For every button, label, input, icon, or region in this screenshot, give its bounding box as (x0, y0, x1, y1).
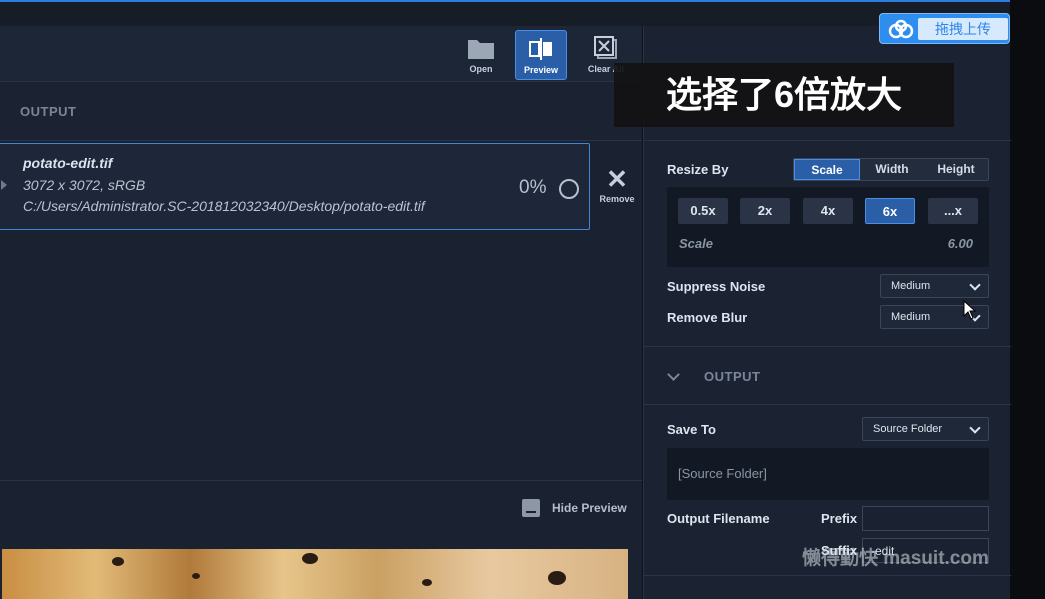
title-bar (0, 2, 1010, 26)
chevron-down-icon (969, 279, 981, 291)
progress-percent: 0% (519, 177, 547, 198)
suppress-noise-dropdown[interactable]: Medium (880, 274, 989, 298)
scale-options: 0.5x 2x 4x 6x ...x Scale 6.00 (667, 187, 989, 267)
resize-mode-height[interactable]: Height (924, 159, 988, 180)
chevron-down-icon (969, 422, 981, 434)
open-button[interactable]: Open (455, 30, 507, 80)
file-details: 3072 x 3072, sRGB (23, 177, 146, 193)
file-list-item[interactable]: potato-edit.tif 3072 x 3072, sRGB C:/Use… (0, 143, 590, 230)
video-caption: 选择了6倍放大 (614, 63, 954, 127)
preview-image (2, 549, 628, 599)
output-settings-header[interactable]: OUTPUT (704, 369, 760, 384)
suppress-noise-value: Medium (891, 280, 931, 292)
output-section-header: OUTPUT (0, 83, 642, 141)
section-divider (644, 404, 1011, 405)
upload-button[interactable]: 拖拽上传 (879, 13, 1010, 44)
split-view-icon (529, 38, 552, 60)
close-icon: ✕ (606, 164, 628, 194)
scale-value: 6.00 (947, 236, 973, 251)
prefix-label: Prefix (821, 511, 858, 526)
scale-custom-button[interactable]: ...x (928, 198, 978, 224)
resize-by-label: Resize By (667, 162, 729, 177)
section-divider (644, 346, 1011, 347)
divider (0, 480, 642, 481)
open-label: Open (469, 64, 493, 74)
folder-icon (468, 40, 494, 59)
remove-label: Remove (599, 194, 635, 204)
suppress-noise-label: Suppress Noise (667, 279, 766, 294)
upload-button-label: 拖拽上传 (918, 18, 1008, 40)
resize-mode-width[interactable]: Width (860, 159, 924, 180)
progress-circle-icon (559, 179, 579, 199)
minimize-icon (522, 499, 540, 517)
expand-arrow-icon[interactable] (1, 180, 7, 190)
hide-preview-label: Hide Preview (552, 501, 627, 515)
prefix-input[interactable] (862, 506, 989, 531)
output-header-label: OUTPUT (20, 104, 77, 119)
save-to-dropdown[interactable]: Source Folder (862, 417, 989, 441)
remove-blur-value: Medium (891, 311, 931, 323)
output-path-display: [Source Folder] (667, 448, 989, 500)
scale-2x-button[interactable]: 2x (740, 198, 790, 224)
preview-button[interactable]: Preview (515, 30, 567, 80)
scale-0-5x-button[interactable]: 0.5x (678, 198, 728, 224)
scale-6x-button[interactable]: 6x (865, 198, 915, 224)
scale-label: Scale (679, 236, 713, 251)
output-filename-label: Output Filename (667, 511, 770, 526)
save-to-label: Save To (667, 422, 716, 437)
output-path-text: [Source Folder] (678, 466, 767, 481)
chevron-down-icon[interactable] (667, 368, 680, 381)
save-to-value: Source Folder (873, 423, 943, 435)
resize-mode-scale[interactable]: Scale (794, 159, 860, 180)
watermark: 懒得勤快 masuit.com (802, 548, 989, 569)
cloud-icon (888, 19, 914, 39)
section-divider (644, 140, 1011, 141)
scale-4x-button[interactable]: 4x (803, 198, 853, 224)
toolbar: Open Preview Clear All (0, 26, 642, 82)
preview-label: Preview (523, 65, 559, 75)
mouse-cursor-icon (963, 300, 977, 320)
output-pane: Open Preview Clear All OUTPUT potato-edi… (0, 26, 642, 599)
remove-button[interactable]: ✕ Remove (594, 166, 640, 204)
remove-blur-label: Remove Blur (667, 310, 748, 325)
resize-mode-selector: Scale Width Height (793, 158, 989, 181)
hide-preview-button[interactable]: Hide Preview (522, 499, 627, 519)
section-divider (644, 575, 1011, 576)
file-name: potato-edit.tif (23, 155, 113, 171)
screen-edge (1010, 0, 1045, 599)
file-path: C:/Users/Administrator.SC-201812032340/D… (23, 198, 425, 214)
clear-all-icon (594, 36, 617, 59)
